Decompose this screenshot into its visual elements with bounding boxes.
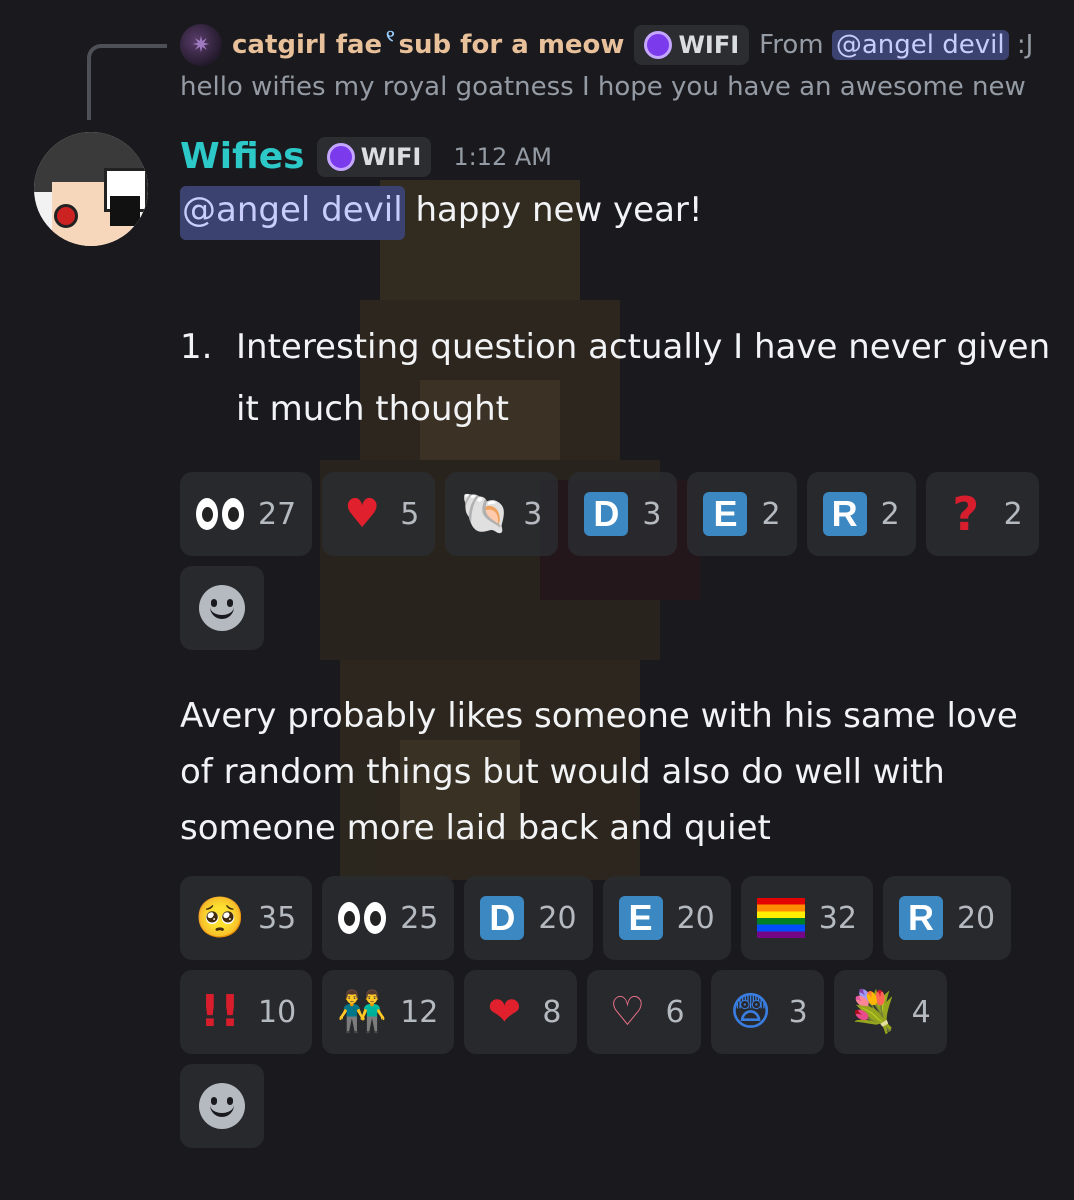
reaction-letter-d[interactable]: D 3 — [568, 472, 678, 556]
reaction-bar-1: 27 ♥ 5 🐚 3 D 3 E 2 R 2 ? 2 — [180, 472, 1040, 650]
letter-d-emoji: D — [584, 492, 629, 536]
reaction-astonished-face[interactable]: 😨 3 — [710, 970, 824, 1054]
question-mark-emoji: ? — [952, 487, 979, 541]
add-reaction-button[interactable] — [180, 566, 264, 650]
letter-r-emoji: R — [822, 492, 867, 536]
add-reaction-smiley-icon — [199, 585, 245, 631]
eyes-emoji — [196, 490, 244, 538]
sparkle-icon: ୧ — [386, 26, 395, 45]
list-item-text: Interesting question actually I have nev… — [236, 327, 1051, 429]
reaction-letter-e[interactable]: E 20 — [602, 876, 731, 960]
red-heart-emoji: ♥ — [344, 491, 381, 537]
reaction-letter-e[interactable]: E 2 — [687, 472, 797, 556]
reply-from-text: From @angel devil :J — [759, 30, 1034, 60]
reply-avatar[interactable]: ✷ — [180, 24, 222, 66]
reaction-red-heart[interactable]: ♥ 5 — [322, 472, 436, 556]
reply-header[interactable]: ✷ catgirl fae ୧ sub for a meow WIFI From @… — [180, 24, 1033, 66]
letter-r-emoji: R — [898, 896, 943, 940]
two-men-holding-hands-emoji: 👬 — [337, 989, 388, 1035]
reaction-letter-r[interactable]: R 20 — [882, 876, 1012, 960]
add-reaction-button[interactable] — [180, 1064, 264, 1148]
message-mention[interactable]: @angel devil — [180, 186, 405, 240]
message-first-line: @angel devil happy new year! — [180, 186, 703, 240]
bouquet-emoji: 💐 — [848, 989, 899, 1035]
list-number: 1. — [180, 327, 213, 367]
reaction-double-exclamation[interactable]: !! 10 — [180, 970, 313, 1054]
astonished-face-emoji: 😨 — [729, 989, 772, 1035]
reply-username[interactable]: catgirl fae ୧ sub for a meow — [232, 26, 624, 60]
message-paragraph: Avery probably likes someone with his sa… — [180, 696, 1018, 848]
reaction-rainbow-flag[interactable]: 32 — [740, 876, 873, 960]
reaction-spiral-shell[interactable]: 🐚 3 — [445, 472, 559, 556]
reaction-letter-r[interactable]: R 2 — [806, 472, 916, 556]
guild-tag-icon — [326, 142, 355, 171]
rainbow-flag-emoji — [756, 894, 805, 942]
reaction-heart-decoration[interactable]: ♡ 6 — [587, 970, 701, 1054]
add-reaction-smiley-icon — [199, 1083, 245, 1129]
mending-heart-emoji: ❤ — [487, 989, 522, 1035]
reply-guild-tag[interactable]: WIFI — [634, 25, 750, 65]
pleading-face-emoji: 🥺 — [195, 895, 245, 941]
guild-tag-icon — [644, 31, 673, 59]
reaction-question-mark[interactable]: ? 2 — [925, 472, 1039, 556]
letter-e-emoji: E — [618, 896, 663, 940]
reaction-eyes[interactable]: 25 — [322, 876, 455, 960]
double-exclamation-emoji: !! — [199, 986, 241, 1037]
reaction-eyes[interactable]: 27 — [180, 472, 313, 556]
reaction-bouquet[interactable]: 💐 4 — [833, 970, 947, 1054]
eyes-emoji — [338, 894, 387, 942]
reaction-bar-2: 🥺 35 25 D 20 E 20 32 R 20 !! 10 👬 12 ❤ 8… — [180, 876, 1040, 1148]
reply-preview-text[interactable]: hello wifies my royal goatness I hope yo… — [180, 72, 1026, 102]
reaction-pleading-face[interactable]: 🥺 35 — [180, 876, 313, 960]
letter-d-emoji: D — [480, 896, 525, 940]
author-avatar[interactable] — [34, 132, 148, 246]
spiral-shell-emoji: 🐚 — [460, 491, 511, 537]
reaction-letter-d[interactable]: D 20 — [464, 876, 593, 960]
author-guild-tag[interactable]: WIFI — [316, 136, 432, 177]
reply-mention[interactable]: @angel devil — [831, 30, 1009, 60]
reaction-mending-heart[interactable]: ❤ 8 — [464, 970, 578, 1054]
letter-e-emoji: E — [703, 492, 748, 536]
author-name[interactable]: Wifies — [180, 136, 305, 177]
reaction-two-men-holding-hands[interactable]: 👬 12 — [322, 970, 455, 1054]
message-header: Wifies WIFI 1:12 AM — [180, 136, 552, 177]
greeting-text: happy new year! — [415, 190, 703, 230]
heart-decoration-emoji: ♡ — [609, 989, 646, 1035]
message-timestamp[interactable]: 1:12 AM — [453, 143, 552, 171]
reply-connector — [87, 44, 167, 120]
